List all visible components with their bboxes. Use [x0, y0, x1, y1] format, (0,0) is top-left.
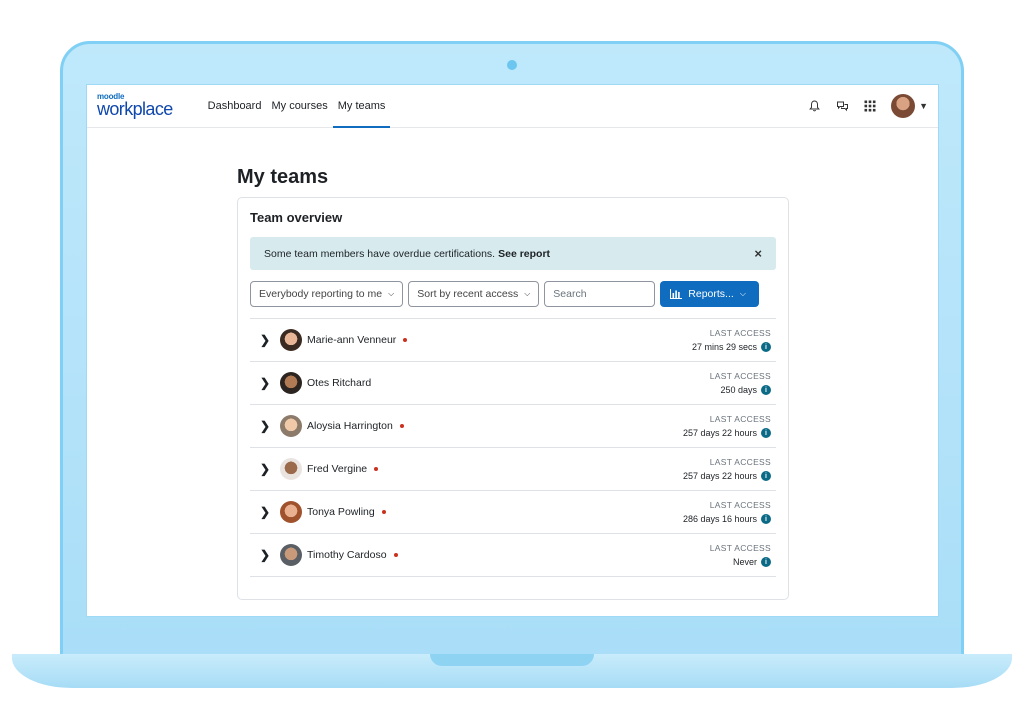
bar-chart-icon: [670, 289, 683, 299]
reports-button[interactable]: Reports... ⌵: [660, 281, 760, 307]
overdue-indicator: [393, 553, 398, 557]
avatar: [280, 372, 302, 394]
info-icon[interactable]: i: [761, 557, 771, 567]
overdue-alert: Some team members have overdue certifica…: [250, 237, 776, 270]
overdue-indicator: [381, 510, 386, 514]
chevron-down-icon: ⌵: [524, 289, 531, 298]
last-access-label: LAST ACCESS: [709, 371, 771, 381]
last-access: LAST ACCESS 250 days i: [710, 371, 771, 395]
top-navbar: moodle workplace Dashboard My courses My…: [87, 85, 938, 128]
nav-dashboard[interactable]: Dashboard: [203, 85, 267, 127]
last-access-label: LAST ACCESS: [709, 457, 771, 467]
primary-navigation: Dashboard My courses My teams: [203, 85, 391, 128]
last-access-value: 257 days 22 hours i: [683, 428, 771, 438]
info-icon[interactable]: i: [761, 385, 771, 395]
chevron-right-icon[interactable]: ❯: [260, 505, 280, 519]
last-access-value: 27 mins 29 secs i: [692, 342, 771, 352]
sort-select[interactable]: Sort by recent access ⌵: [408, 281, 540, 307]
bell-icon[interactable]: [807, 99, 821, 113]
last-access: LAST ACCESS 257 days 22 hours i: [683, 457, 771, 481]
main-content: My teams Team overview Some team members…: [87, 128, 938, 600]
alert-text: Some team members have overdue certifica…: [264, 247, 496, 260]
avatar: [280, 415, 302, 437]
last-access-label: LAST ACCESS: [709, 500, 771, 510]
list-item: ❯ Fred Vergine LAST ACCESS 257 days 22 h…: [250, 448, 776, 491]
filter-select[interactable]: Everybody reporting to me ⌵: [250, 281, 404, 307]
last-access-value: 286 days 16 hours i: [683, 514, 771, 524]
webcam: [507, 60, 517, 70]
last-access-time: 257 days 22 hours: [682, 428, 757, 438]
laptop-notch: [430, 654, 594, 666]
team-controls: Everybody reporting to me ⌵ Sort by rece…: [250, 281, 776, 307]
overdue-indicator: [374, 467, 379, 471]
avatar: [280, 458, 302, 480]
nav-my-teams[interactable]: My teams: [332, 85, 391, 128]
search-input[interactable]: [544, 281, 656, 307]
nav-actions: ▼: [807, 94, 928, 118]
last-access: LAST ACCESS 286 days 16 hours i: [683, 500, 771, 524]
member-name[interactable]: Aloysia Harrington: [307, 420, 393, 432]
last-access-time: 286 days 16 hours: [682, 514, 757, 524]
chevron-right-icon[interactable]: ❯: [260, 376, 280, 390]
team-member-list: ❯ Marie-ann Venneur LAST ACCESS 27 mins …: [250, 318, 776, 577]
nav-my-courses[interactable]: My courses: [266, 85, 332, 127]
logo-big-text: workplace: [97, 98, 173, 119]
avatar: [280, 501, 302, 523]
last-access-time: 27 mins 29 secs: [691, 342, 757, 352]
last-access-value: 257 days 22 hours i: [683, 471, 771, 481]
brand-logo[interactable]: moodle workplace: [97, 92, 173, 119]
last-access-label: LAST ACCESS: [709, 414, 771, 424]
team-overview-card: Team overview Some team members have ove…: [237, 197, 789, 600]
overdue-indicator: [403, 338, 408, 342]
app-grid-icon[interactable]: [863, 99, 877, 113]
chevron-right-icon[interactable]: ❯: [260, 462, 280, 476]
see-report-link[interactable]: See report: [498, 248, 550, 260]
list-item: ❯ Otes Ritchard LAST ACCESS 250 days i: [250, 362, 776, 405]
member-name[interactable]: Tonya Powling: [307, 506, 375, 518]
last-access: LAST ACCESS 27 mins 29 secs i: [692, 328, 771, 352]
info-icon[interactable]: i: [761, 342, 771, 352]
sort-select-value: Sort by recent access: [417, 288, 519, 300]
filter-select-value: Everybody reporting to me: [259, 288, 383, 300]
list-item: ❯ Tonya Powling LAST ACCESS 286 days 16 …: [250, 491, 776, 534]
last-access-time: Never: [732, 557, 757, 567]
overdue-indicator: [399, 424, 404, 428]
card-title: Team overview: [250, 210, 343, 225]
info-icon[interactable]: i: [761, 428, 771, 438]
list-item: ❯ Marie-ann Venneur LAST ACCESS 27 mins …: [250, 319, 776, 362]
avatar: [280, 329, 302, 351]
user-menu-avatar[interactable]: [891, 94, 916, 118]
member-name[interactable]: Otes Ritchard: [307, 377, 371, 389]
list-item: ❯ Aloysia Harrington LAST ACCESS 257 day…: [250, 405, 776, 448]
chevron-right-icon[interactable]: ❯: [260, 419, 280, 433]
avatar: [280, 544, 302, 566]
last-access-value: 250 days i: [710, 385, 771, 395]
laptop-screen: moodle workplace Dashboard My courses My…: [86, 84, 939, 617]
close-icon[interactable]: ×: [754, 246, 762, 261]
last-access-value: Never i: [710, 557, 771, 567]
member-name[interactable]: Fred Vergine: [307, 463, 367, 475]
info-icon[interactable]: i: [761, 514, 771, 524]
reports-button-label: Reports...: [688, 288, 734, 300]
last-access: LAST ACCESS Never i: [710, 543, 771, 567]
chevron-down-icon: ⌵: [388, 289, 395, 298]
last-access: LAST ACCESS 257 days 22 hours i: [683, 414, 771, 438]
member-name[interactable]: Marie-ann Venneur: [307, 334, 396, 346]
last-access-time: 250 days: [720, 385, 757, 395]
chevron-down-icon: ⌵: [739, 289, 746, 298]
chevron-down-icon[interactable]: ▼: [919, 101, 928, 111]
page-title: My teams: [237, 166, 329, 188]
last-access-label: LAST ACCESS: [709, 543, 771, 553]
chat-icon[interactable]: [835, 99, 849, 113]
chevron-right-icon[interactable]: ❯: [260, 548, 280, 562]
last-access-label: LAST ACCESS: [709, 328, 771, 338]
chevron-right-icon[interactable]: ❯: [260, 333, 280, 347]
last-access-time: 257 days 22 hours: [682, 471, 757, 481]
member-name[interactable]: Timothy Cardoso: [307, 549, 387, 561]
list-item: ❯ Timothy Cardoso LAST ACCESS Never i: [250, 534, 776, 577]
info-icon[interactable]: i: [761, 471, 771, 481]
